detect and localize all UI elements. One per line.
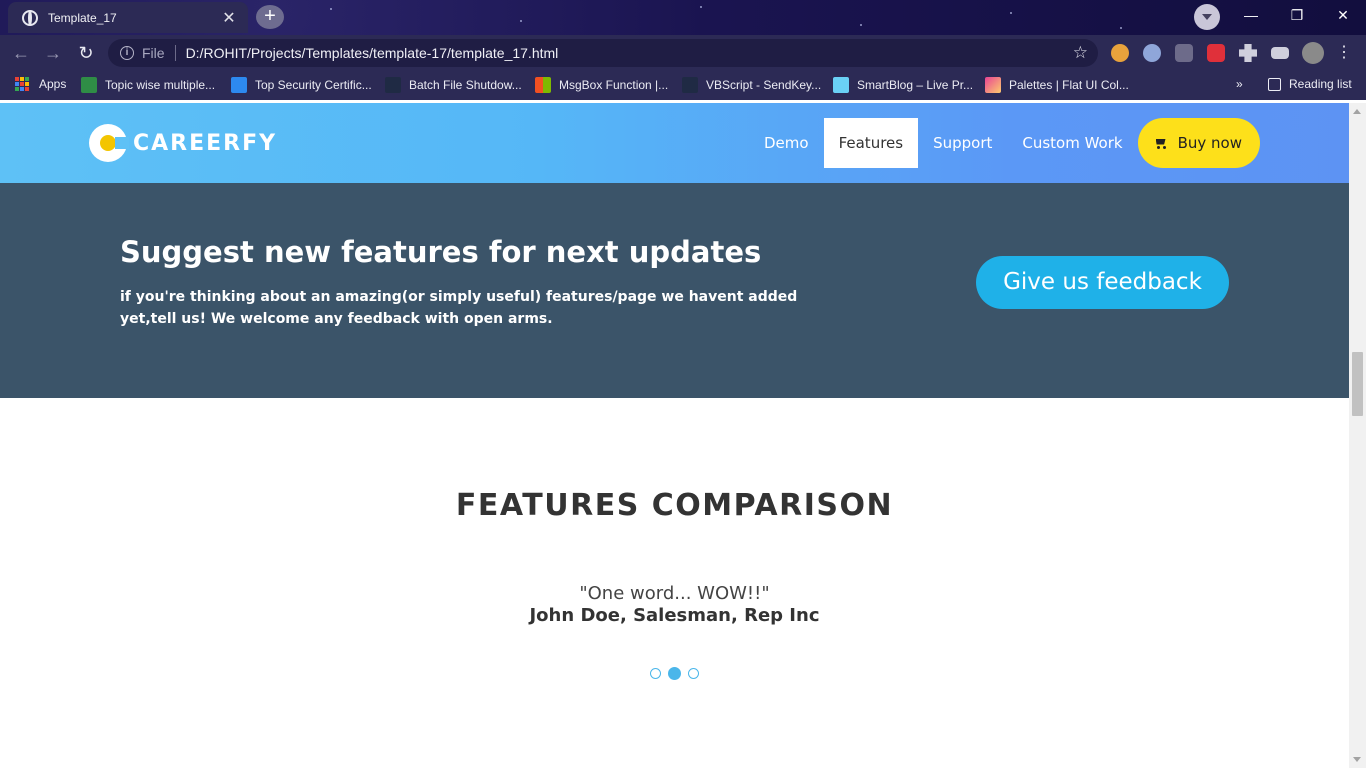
apps-grid-icon	[15, 77, 29, 91]
bookmark-item[interactable]: Topic wise multiple...	[81, 77, 215, 93]
profile-avatar[interactable]	[1302, 42, 1324, 64]
scroll-up-icon[interactable]	[1353, 109, 1361, 114]
forward-arrow-icon[interactable]: →	[40, 40, 66, 66]
minimize-button[interactable]: —	[1228, 0, 1274, 30]
bookmarks-bar: Apps Topic wise multiple... Top Security…	[0, 70, 1366, 100]
extension-red-icon[interactable]	[1207, 44, 1225, 62]
testimonial-author: John Doe, Salesman, Rep Inc	[529, 605, 820, 626]
browser-toolbar: ← → ↻ i File D:/ROHIT/Projects/Templates…	[0, 35, 1366, 70]
feedback-description: if you're thinking about an amazing(or s…	[120, 289, 798, 327]
nav-support[interactable]: Support	[918, 118, 1007, 168]
main-nav: Demo Features Support Custom Work Buy no…	[749, 118, 1260, 168]
microsoft-icon	[535, 77, 551, 93]
bookmark-apps[interactable]: Apps	[15, 77, 66, 91]
site-logo[interactable]: CAREERFY	[89, 124, 277, 162]
bookmark-item[interactable]: Top Security Certific...	[231, 77, 372, 93]
reload-icon[interactable]: ↻	[73, 40, 99, 66]
browser-tab[interactable]: Template_17 ✕	[8, 2, 248, 33]
scrollbar-thumb[interactable]	[1352, 352, 1363, 416]
site-header: CAREERFY Demo Features Support Custom Wo…	[0, 103, 1349, 183]
back-arrow-icon[interactable]: ←	[8, 40, 34, 66]
info-icon[interactable]: i	[120, 46, 134, 60]
more-bookmarks-icon[interactable]: »	[1236, 77, 1243, 91]
reading-list[interactable]: Reading list	[1268, 77, 1352, 91]
nav-features[interactable]: Features	[823, 118, 919, 168]
tab-search-button[interactable]	[1194, 4, 1220, 30]
cart-icon	[1154, 138, 1168, 149]
extension-wand-icon[interactable]	[1175, 44, 1193, 62]
bookmark-label: MsgBox Function |...	[559, 78, 669, 92]
bookmark-item[interactable]: VBScript - SendKey...	[682, 77, 821, 93]
scroll-down-icon[interactable]	[1353, 757, 1361, 762]
reading-list-label: Reading list	[1289, 77, 1352, 91]
bookmark-item[interactable]: MsgBox Function |...	[535, 77, 668, 93]
carousel-dot[interactable]	[688, 668, 699, 679]
tab-title: Template_17	[48, 10, 117, 25]
nav-custom-work[interactable]: Custom Work	[1007, 118, 1137, 168]
bookmark-label: Batch File Shutdow...	[409, 78, 522, 92]
omnibox-divider	[174, 45, 176, 61]
extensions-puzzle-icon[interactable]	[1239, 44, 1257, 62]
extension-block-icon[interactable]	[1143, 44, 1161, 62]
bookmark-label: Palettes | Flat UI Col...	[1009, 78, 1129, 92]
testimonial-quote: "One word... WOW!!"	[579, 583, 770, 604]
url-text[interactable]: D:/ROHIT/Projects/Templates/template-17/…	[186, 45, 1073, 61]
menu-kebab-icon[interactable]: ⋮	[1331, 40, 1357, 66]
bookmark-item[interactable]: Batch File Shutdow...	[385, 77, 522, 93]
logo-mark-icon	[89, 124, 129, 162]
bookmark-label: Topic wise multiple...	[105, 78, 216, 92]
logo-text: CAREERFY	[133, 130, 278, 156]
buy-now-button[interactable]: Buy now	[1137, 118, 1260, 168]
nav-demo[interactable]: Demo	[749, 118, 824, 168]
bookmark-label: VBScript - SendKey...	[706, 78, 822, 92]
carousel-dot-active[interactable]	[668, 667, 681, 680]
file-scheme-label: File	[142, 45, 165, 61]
bookmark-item[interactable]: Palettes | Flat UI Col...	[985, 77, 1129, 93]
tab-close-icon[interactable]: ✕	[220, 8, 238, 28]
features-title: FEATURES COMPARISON	[455, 488, 894, 523]
bookmark-item[interactable]: SmartBlog – Live Pr...	[833, 77, 973, 93]
smartblog-icon	[833, 77, 849, 93]
give-feedback-button[interactable]: Give us feedback	[976, 256, 1229, 309]
palette-icon	[985, 77, 1001, 93]
script-icon	[682, 77, 698, 93]
buy-now-label: Buy now	[1177, 134, 1242, 152]
extension-owl-icon[interactable]	[1111, 44, 1129, 62]
feedback-title: Suggest new features for next updates	[120, 235, 762, 269]
close-window-button[interactable]: ✕	[1320, 0, 1366, 30]
bookmark-label: Top Security Certific...	[255, 78, 372, 92]
gfg-icon	[81, 77, 97, 93]
new-tab-button[interactable]: +	[256, 5, 284, 29]
file-icon	[385, 77, 401, 93]
browser-tab-strip: Template_17 ✕ + — ❐ ✕	[0, 0, 1366, 35]
bookmark-label: Apps	[39, 77, 67, 91]
media-controls-icon[interactable]	[1271, 47, 1289, 59]
restore-button[interactable]: ❐	[1274, 0, 1320, 30]
reading-list-icon	[1268, 77, 1281, 91]
feedback-section: Suggest new features for next updates if…	[0, 183, 1349, 398]
bookmark-star-icon[interactable]: ☆	[1073, 43, 1088, 63]
page-scrollbar[interactable]	[1349, 103, 1366, 768]
bookmark-label: SmartBlog – Live Pr...	[857, 78, 974, 92]
address-bar[interactable]: i File D:/ROHIT/Projects/Templates/templ…	[108, 39, 1098, 67]
page-viewport: CAREERFY Demo Features Support Custom Wo…	[0, 103, 1349, 768]
certificate-icon	[231, 77, 247, 93]
carousel-dot[interactable]	[650, 668, 661, 679]
carousel-dots	[0, 667, 1349, 680]
globe-icon	[22, 9, 38, 26]
